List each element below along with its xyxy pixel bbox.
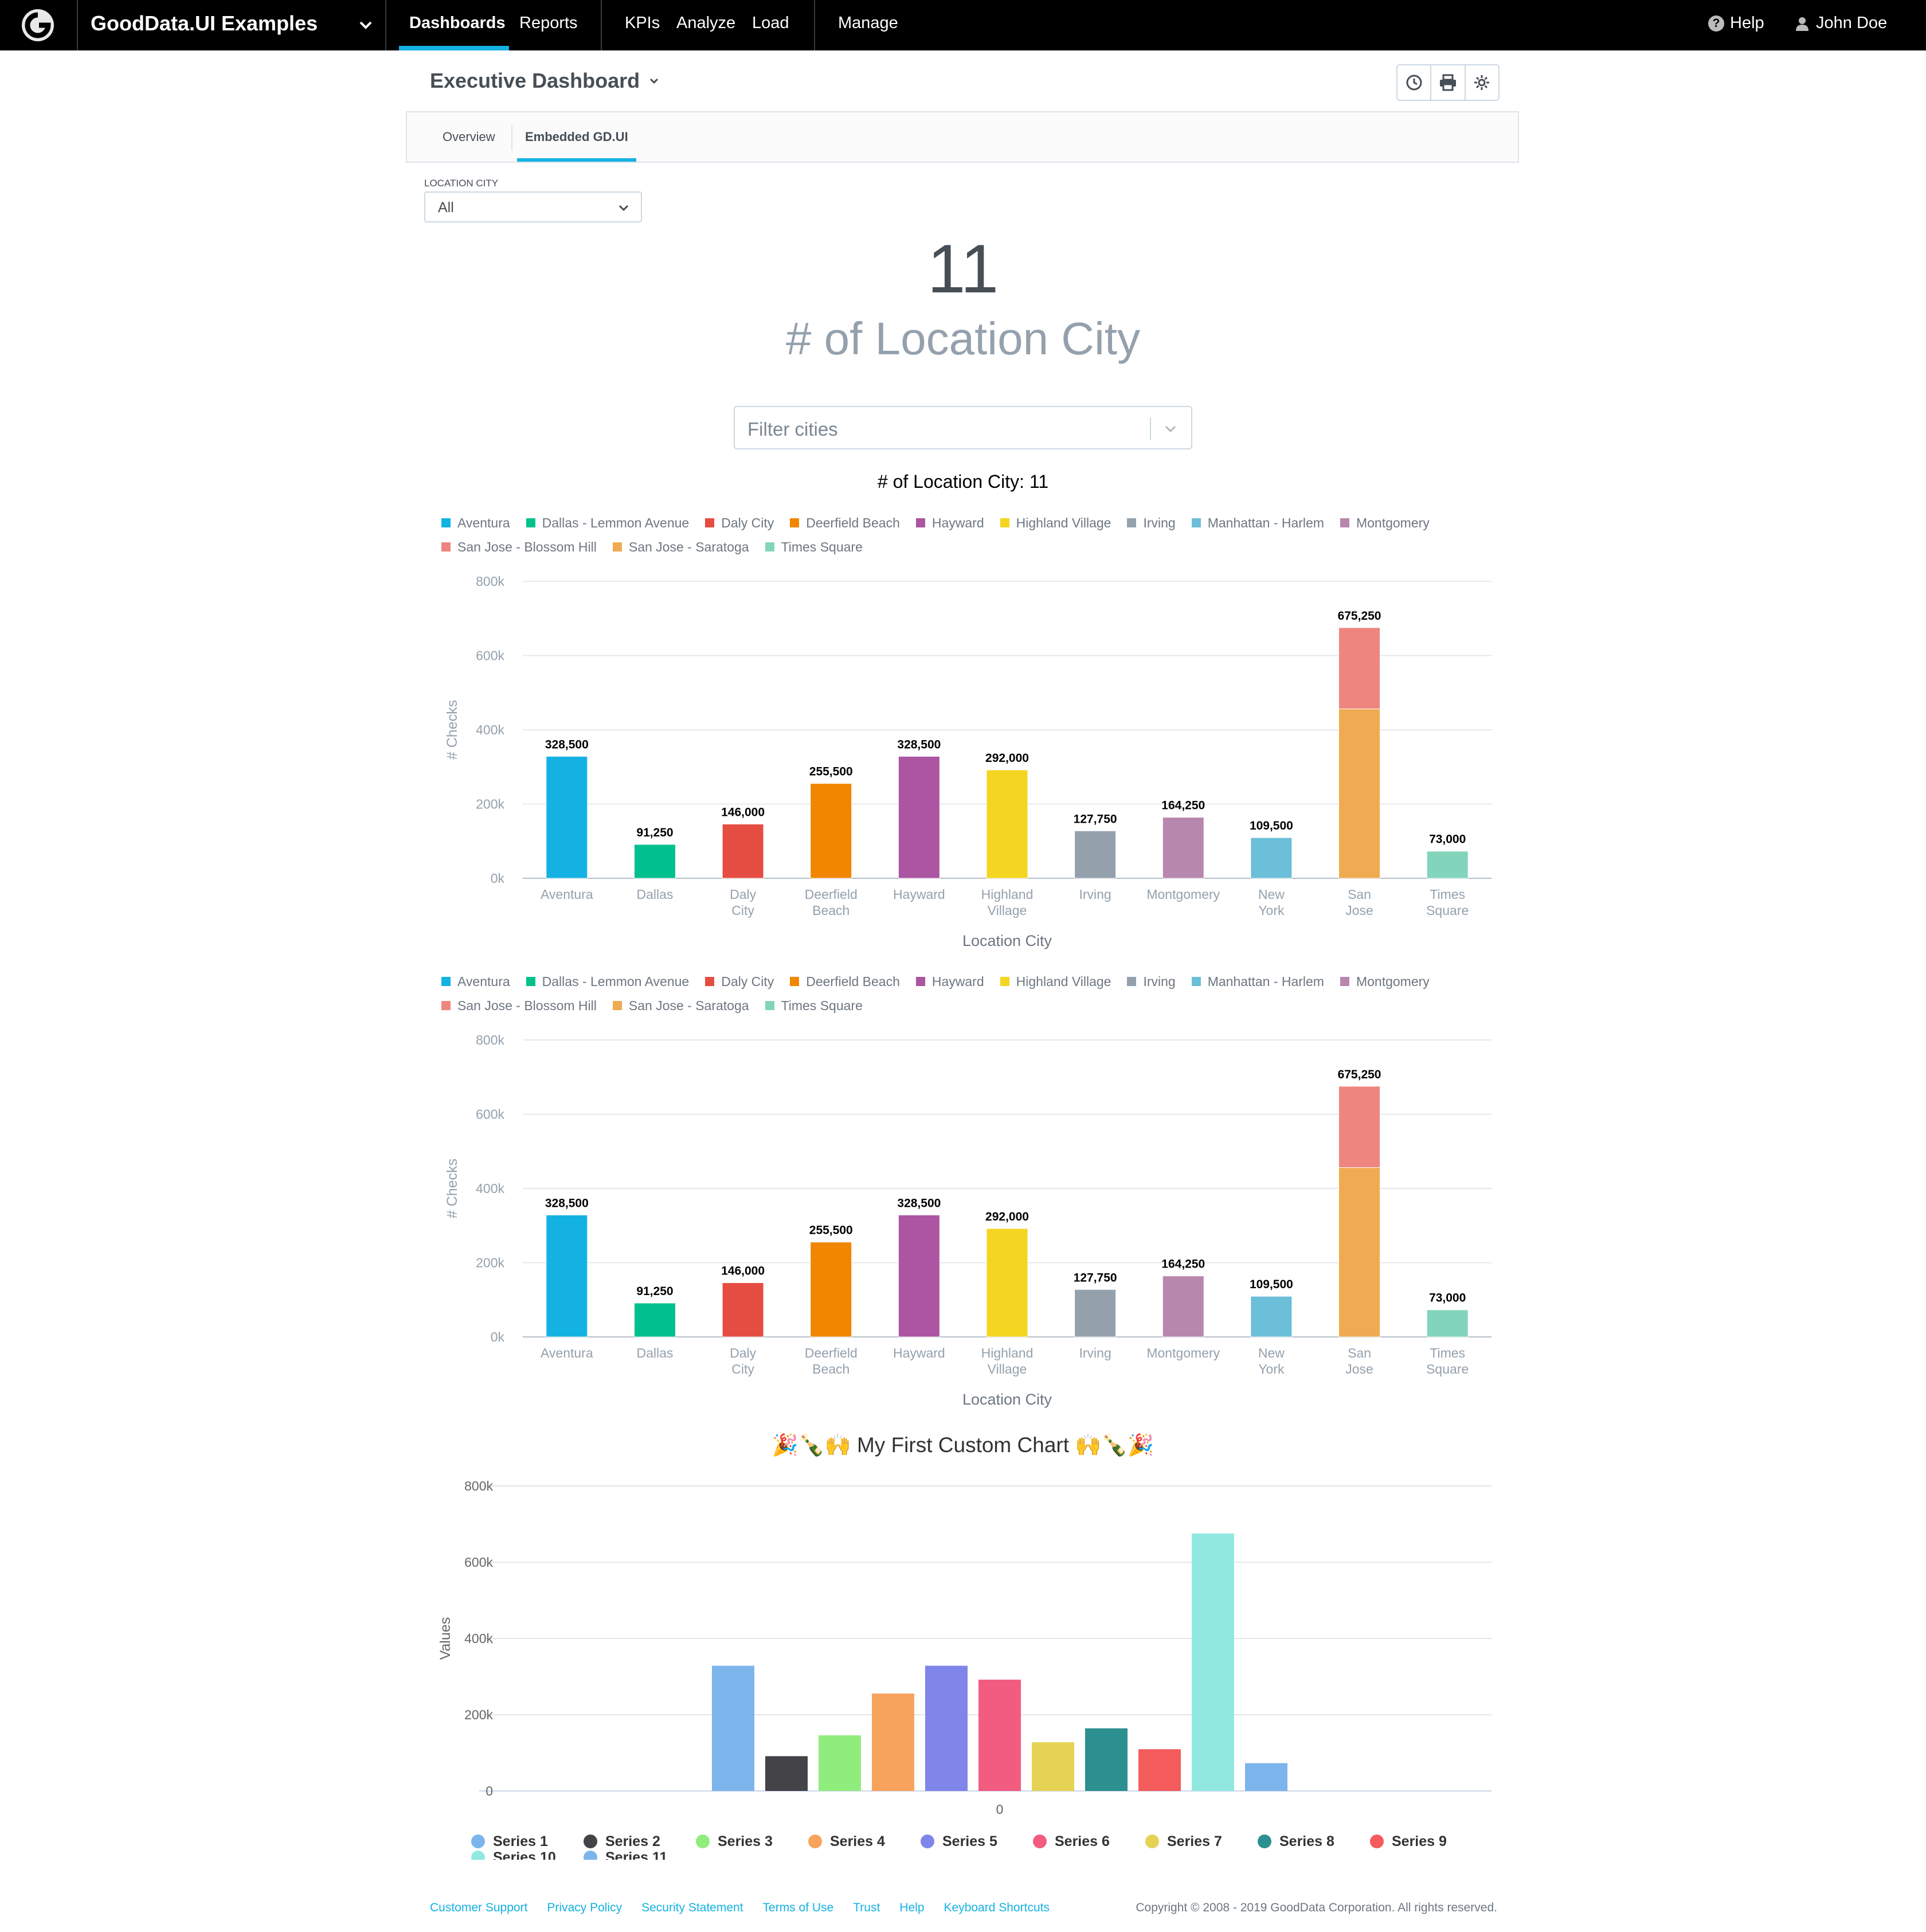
legend-dot	[1033, 1835, 1047, 1848]
series-bar[interactable]	[925, 1665, 968, 1791]
legend-item[interactable]: Series 7	[1145, 1833, 1235, 1849]
legend-dot	[808, 1835, 822, 1848]
legend-item[interactable]: Series 1	[471, 1833, 561, 1849]
y-tick-label: 200k	[464, 1707, 493, 1722]
x-tick-label: 0	[996, 1802, 1004, 1817]
y-tick-label: 800k	[464, 1479, 493, 1493]
legend-dot	[1370, 1835, 1384, 1848]
legend-dot	[696, 1835, 710, 1848]
legend-label: Series 6	[1055, 1833, 1110, 1849]
y-tick-label: 600k	[464, 1555, 493, 1570]
series-bar[interactable]	[765, 1756, 808, 1791]
legend-item[interactable]: Series 8	[1258, 1833, 1347, 1849]
series-bar[interactable]	[1032, 1742, 1074, 1791]
legend-label: Series 2	[605, 1833, 660, 1849]
series-bar[interactable]	[712, 1665, 754, 1791]
series-bar[interactable]	[1192, 1533, 1234, 1791]
legend-label: Series 9	[1392, 1833, 1447, 1849]
footer-link-keyboard-shortcuts[interactable]: Keyboard Shortcuts	[944, 1901, 1050, 1915]
series-bar[interactable]	[1138, 1749, 1181, 1791]
custom-chart: 0 200k 400k 600k 800k Values 0	[437, 1479, 1492, 1817]
y-tick-label: 400k	[464, 1631, 493, 1646]
footer-link-trust[interactable]: Trust	[853, 1901, 880, 1915]
footer-link-help[interactable]: Help	[899, 1901, 924, 1915]
legend-item[interactable]: Series 9	[1370, 1833, 1459, 1849]
legend-dot	[471, 1851, 485, 1860]
legend-dot	[1145, 1835, 1159, 1848]
legend-dot	[921, 1835, 934, 1848]
legend-dot	[584, 1851, 597, 1860]
legend-label: Series 10	[493, 1849, 556, 1860]
legend-dot	[584, 1835, 597, 1848]
legend-label: Series 3	[718, 1833, 773, 1849]
legend-item[interactable]: Series 10	[471, 1849, 561, 1860]
series-bar[interactable]	[978, 1679, 1021, 1791]
custom-chart-legend: Series 1 Series 2 Series 3 Series 4 Series 5…	[471, 1833, 1503, 1860]
legend-label: Series 11	[605, 1849, 668, 1860]
legend-label: Series 4	[830, 1833, 885, 1849]
footer-link-customer-support[interactable]: Customer Support	[430, 1901, 527, 1915]
footer-copyright: Copyright © 2008 - 2019 GoodData Corpora…	[1136, 1901, 1497, 1914]
y-axis-title: Values	[437, 1617, 453, 1660]
legend-label: Series 7	[1167, 1833, 1222, 1849]
series-bar[interactable]	[1085, 1728, 1128, 1791]
footer-link-security-statement[interactable]: Security Statement	[641, 1901, 743, 1915]
legend-item[interactable]: Series 6	[1033, 1833, 1122, 1849]
legend-dot	[471, 1835, 485, 1848]
legend-dot	[1258, 1835, 1271, 1848]
series-bar[interactable]	[872, 1694, 914, 1791]
legend-item[interactable]: Series 4	[808, 1833, 898, 1849]
series-bar[interactable]	[1245, 1763, 1287, 1791]
series-bar[interactable]	[819, 1735, 861, 1791]
legend-item[interactable]: Series 5	[921, 1833, 1010, 1849]
legend-item[interactable]: Series 2	[584, 1833, 673, 1849]
legend-item[interactable]: Series 11	[584, 1849, 673, 1860]
y-tick-label: 0	[486, 1784, 493, 1798]
footer-link-terms-of-use[interactable]: Terms of Use	[763, 1901, 834, 1915]
legend-label: Series 8	[1279, 1833, 1334, 1849]
legend-item[interactable]: Series 3	[696, 1833, 785, 1849]
footer: Customer Support Privacy Policy Security…	[430, 1901, 1497, 1915]
legend-label: Series 5	[942, 1833, 997, 1849]
footer-link-privacy-policy[interactable]: Privacy Policy	[547, 1901, 622, 1915]
legend-label: Series 1	[493, 1833, 548, 1849]
